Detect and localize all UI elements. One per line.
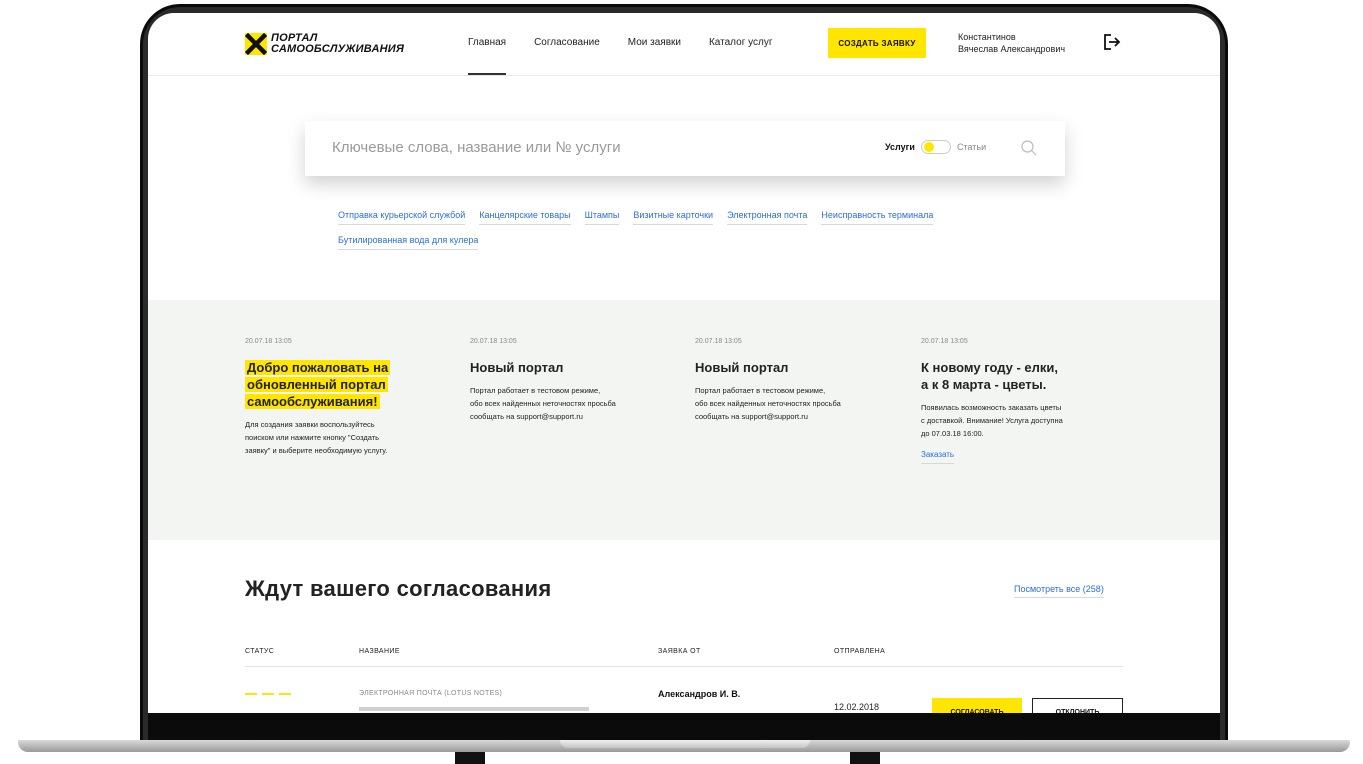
search-box: Услуги Статьи [305, 121, 1065, 176]
nav-item-my-requests[interactable]: Мои заявки [628, 37, 681, 48]
nav-item-approval[interactable]: Согласование [534, 37, 600, 48]
news-title[interactable]: Новый портал [470, 359, 680, 376]
news-text-line: Портал работает в тестовом режиме, [695, 386, 826, 395]
news-text: Портал работает в тестовом режиме, обо в… [695, 384, 905, 423]
news-text-line: с доставкой. Внимание! Услуга доступна [921, 416, 1063, 425]
tag-link[interactable]: Бутилированная вода для кулера [338, 235, 479, 250]
popular-tags: Отправка курьерской службой Канцелярские… [338, 210, 1058, 260]
toggle-switch[interactable] [920, 140, 951, 154]
create-request-button[interactable]: СОЗДАТЬ ЗАЯВКУ [828, 28, 926, 58]
tag-link[interactable]: Неисправность терминала [821, 210, 934, 225]
news-title-line: самообслуживания! [245, 394, 380, 409]
table-divider [245, 666, 1123, 667]
table-row-service[interactable]: ЭЛЕКТРОННАЯ ПОЧТА (LOTUS NOTES) [359, 690, 502, 697]
news-item: 20.07.18 13:05 Новый портал Портал работ… [470, 338, 680, 423]
table-row-description [359, 707, 589, 711]
news-title[interactable]: Новый портал [695, 359, 905, 376]
approvals-title: Ждут вашего согласования [245, 576, 552, 601]
column-header-from: ЗАЯВКА ОТ [658, 648, 701, 655]
order-link[interactable]: Заказать [921, 450, 955, 464]
news-text-line: до 07.03.18 16:00. [921, 429, 984, 438]
news-title[interactable]: Добро пожаловать на обновленный портал с… [245, 359, 455, 410]
news-text-line: сообщать на support@support.ru [470, 412, 583, 421]
user-last-name: Константинов [958, 32, 1016, 42]
column-header-sent: ОТПРАВЛЕНА [834, 648, 886, 655]
column-header-name: НАЗВАНИЕ [359, 648, 400, 655]
main-nav: Главная Согласование Мои заявки Каталог … [468, 37, 801, 75]
news-text-line: заявку" и выберите необходимую услугу. [245, 446, 388, 455]
tag-link[interactable]: Электронная почта [727, 210, 808, 225]
tag-link[interactable]: Штампы [584, 210, 620, 225]
tag-link[interactable]: Отправка курьерской службой [338, 210, 466, 225]
nav-item-home[interactable]: Главная [468, 37, 507, 75]
news-text-line: обо всех найденных неточностях просьба [695, 399, 841, 408]
column-header-status: СТАТУС [245, 648, 275, 655]
status-indicator [245, 693, 296, 695]
tag-link[interactable]: Канцелярские товары [479, 210, 571, 225]
news-title-line: К новому году - елки, [921, 360, 1059, 375]
header: ПОРТАЛ САМООБСЛУЖИВАНИЯ Главная Согласов… [148, 13, 1220, 76]
approve-button[interactable]: СОГЛАСОВАТЬ [932, 698, 1022, 713]
news-title-line: а к 8 марта - цветы. [921, 377, 1047, 392]
stand-left [455, 752, 485, 764]
search-input[interactable] [332, 139, 812, 156]
news-text: Для создания заявки воспользуйтесь поиск… [245, 418, 455, 457]
news-text-line: сообщать на support@support.ru [695, 412, 808, 421]
toggle-knob [923, 142, 934, 152]
news-item: 20.07.18 13:05 К новому году - елки, а к… [921, 338, 1131, 464]
toggle-label-articles[interactable]: Статьи [957, 142, 986, 152]
screen: ПОРТАЛ САМООБСЛУЖИВАНИЯ Главная Согласов… [148, 13, 1220, 713]
search-mode-toggle[interactable]: Услуги Статьи [885, 140, 986, 154]
nav-item-catalog[interactable]: Каталог услуг [709, 37, 773, 48]
news-item: 20.07.18 13:05 Добро пожаловать на обнов… [245, 338, 455, 457]
news-text-line: Портал работает в тестовом режиме, [470, 386, 601, 395]
news-text-line: поиском или нажмите кнопку "Создать [245, 433, 380, 442]
news-date: 20.07.18 13:05 [695, 338, 742, 345]
news-item: 20.07.18 13:05 Новый портал Портал работ… [695, 338, 905, 423]
logout-icon[interactable] [1103, 33, 1121, 56]
news-title[interactable]: К новому году - елки, а к 8 марта - цвет… [921, 359, 1131, 393]
news-title-line: обновленный портал [245, 377, 388, 392]
search-icon[interactable] [1020, 139, 1038, 162]
reject-button[interactable]: ОТКЛОНИТЬ [1032, 698, 1123, 713]
news-text-line: обо всех найденных неточностях просьба [470, 399, 616, 408]
news-text-line: Для создания заявки воспользуйтесь [245, 420, 375, 429]
user-name[interactable]: Константинов Вячеслав Александрович [958, 31, 1065, 55]
logo-icon [245, 33, 267, 55]
logo-line2: САМООБСЛУЖИВАНИЯ [271, 43, 405, 55]
news-text-line: Появилась возможность заказать цветы [921, 403, 1062, 412]
stand-right [850, 752, 880, 764]
news-date: 20.07.18 13:05 [245, 338, 292, 345]
logo[interactable]: ПОРТАЛ САМООБСЛУЖИВАНИЯ [245, 33, 404, 55]
table-row-date: 12.02.2018 [834, 702, 880, 712]
table-row-requester: Александров И. В. [658, 689, 741, 699]
tag-link[interactable]: Визитные карточки [633, 210, 714, 225]
view-all-link[interactable]: Посмотреть все (258) [1014, 584, 1104, 598]
laptop-bezel [148, 713, 1220, 743]
news-date: 20.07.18 13:05 [921, 338, 968, 345]
laptop-notch [560, 740, 810, 748]
user-first-name: Вячеслав Александрович [958, 44, 1066, 54]
toggle-label-services[interactable]: Услуги [885, 142, 915, 152]
news-text: Появилась возможность заказать цветы с д… [921, 401, 1131, 440]
news-date: 20.07.18 13:05 [470, 338, 517, 345]
news-section: 20.07.18 13:05 Добро пожаловать на обнов… [148, 300, 1220, 540]
news-text: Портал работает в тестовом режиме, обо в… [470, 384, 680, 423]
news-title-line: Добро пожаловать на [245, 360, 391, 375]
